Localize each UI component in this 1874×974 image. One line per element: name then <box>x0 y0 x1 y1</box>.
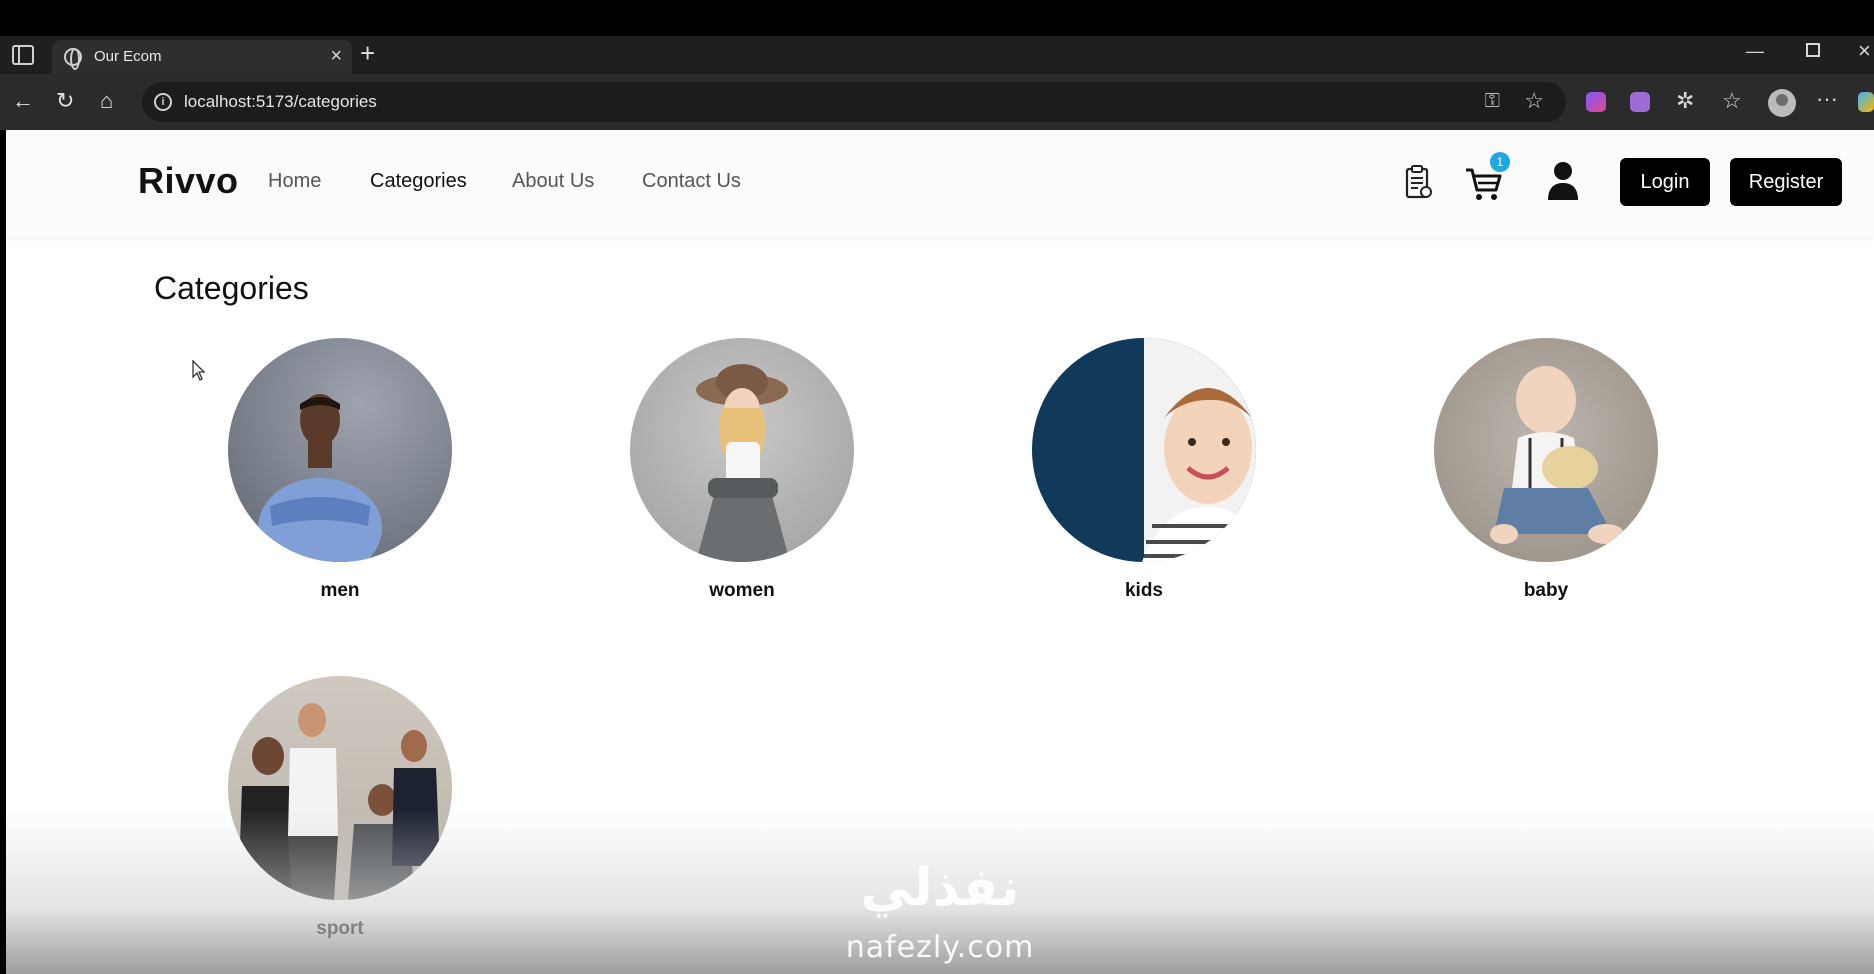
watermark-logo: نفذلي <box>860 858 1020 918</box>
key-icon[interactable]: ⚿ <box>1485 90 1500 113</box>
profile-avatar-icon[interactable] <box>1768 89 1796 117</box>
cart-count-badge: 1 <box>1490 152 1510 172</box>
nav-link-contact-us[interactable]: Contact Us <box>642 170 741 193</box>
cart-icon[interactable]: 1 <box>1464 152 1510 202</box>
category-card-kids[interactable]: kids <box>1032 338 1256 602</box>
favorite-star-icon[interactable]: ☆ <box>1524 88 1544 114</box>
favorites-icon[interactable]: ☆ <box>1722 88 1742 114</box>
category-image-men[interactable] <box>228 338 452 562</box>
minimize-icon[interactable]: — <box>1746 41 1764 62</box>
home-icon[interactable]: ⌂ <box>100 90 113 112</box>
reload-icon[interactable]: ↻ <box>56 90 74 112</box>
category-image-baby[interactable] <box>1434 338 1658 562</box>
globe-icon <box>64 48 82 70</box>
url-text: localhost:5173/categories <box>184 92 377 111</box>
site-navbar: Rivvo Home Categories About Us Contact U… <box>6 130 1874 236</box>
orders-clipboard-icon[interactable] <box>1404 164 1434 200</box>
browser-tab[interactable]: Our Ecom × <box>52 40 352 74</box>
nav-link-categories[interactable]: Categories <box>370 170 467 193</box>
site-info-icon[interactable]: i <box>154 93 172 111</box>
category-card-baby[interactable]: baby <box>1434 338 1658 602</box>
screen-top-bar <box>0 0 1874 36</box>
new-tab-icon[interactable]: + <box>360 40 375 66</box>
category-label-men: men <box>320 580 360 601</box>
page-viewport: Rivvo Home Categories About Us Contact U… <box>6 130 1874 974</box>
mouse-cursor-icon <box>192 360 206 381</box>
user-account-icon[interactable] <box>1546 160 1580 202</box>
address-bar[interactable]: i localhost:5173/categories ⚿ ☆ <box>142 82 1566 122</box>
nav-link-about-us[interactable]: About Us <box>512 170 594 193</box>
extension-copilot-icon[interactable] <box>1586 92 1606 112</box>
page-title: Categories <box>154 270 309 306</box>
nav-link-home[interactable]: Home <box>268 170 321 193</box>
sidebar-toggle-icon[interactable] <box>12 45 34 65</box>
tab-title: Our Ecom <box>94 48 162 65</box>
extensions-puzzle-icon[interactable]: ✲ <box>1676 88 1694 114</box>
category-label-kids: kids <box>1124 580 1164 601</box>
restore-icon[interactable] <box>1806 43 1820 57</box>
close-tab-icon[interactable]: × <box>330 45 342 68</box>
category-label-baby: baby <box>1523 580 1569 601</box>
category-image-kids[interactable] <box>1032 338 1256 562</box>
extension-purple-icon[interactable] <box>1630 92 1650 112</box>
category-card-men[interactable]: men <box>228 338 452 602</box>
category-label-women: women <box>709 580 775 601</box>
category-image-women[interactable] <box>630 338 854 562</box>
category-card-women[interactable]: women <box>630 338 854 602</box>
brand-logo[interactable]: Rivvo <box>138 160 239 202</box>
copilot-icon[interactable] <box>1858 92 1874 112</box>
more-menu-icon[interactable]: ··· <box>1816 86 1838 112</box>
register-button[interactable]: Register <box>1730 158 1842 206</box>
close-window-icon[interactable]: × <box>1858 38 1871 64</box>
watermark-site: nafezly.com <box>845 930 1035 965</box>
back-icon[interactable]: ← <box>12 90 34 112</box>
browser-tab-strip: Our Ecom × <box>0 36 1874 74</box>
login-button[interactable]: Login <box>1620 158 1710 206</box>
